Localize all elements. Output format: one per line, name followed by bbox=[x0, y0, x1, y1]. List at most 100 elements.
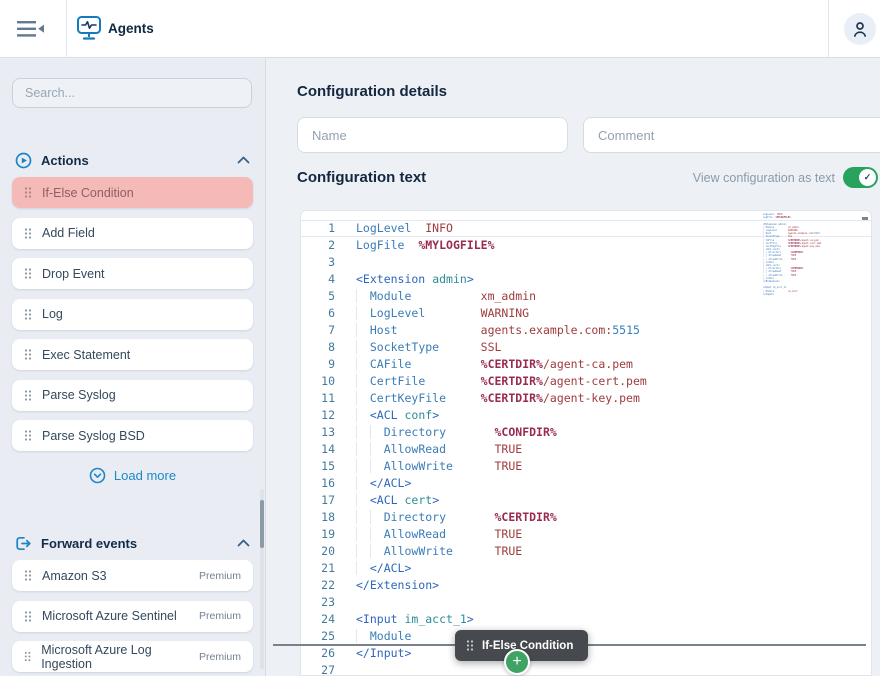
code-line-2[interactable]: 2LogFile %MYLOGFILE% bbox=[301, 237, 871, 254]
toggle-knob-check-icon: ✓ bbox=[859, 169, 876, 186]
search-input[interactable] bbox=[12, 78, 252, 108]
overview-ruler-marker bbox=[862, 217, 868, 220]
sidebar-item-microsoft-azure-log-ingestion[interactable]: Microsoft Azure Log IngestionPremium bbox=[12, 641, 253, 672]
user-avatar-button[interactable] bbox=[844, 13, 876, 45]
line-number: 2 bbox=[301, 237, 335, 254]
configuration-code-editor[interactable]: 1LogLevel INFO2LogFile %MYLOGFILE%34<Ext… bbox=[300, 210, 872, 676]
code-line-3[interactable]: 3 bbox=[301, 254, 871, 271]
code-line-20[interactable]: 20 AllowWrite TRUE bbox=[301, 543, 871, 560]
code-line-1: 1LogLevel INFO bbox=[763, 213, 825, 216]
drag-handle-icon bbox=[24, 569, 32, 582]
sidebar-scrollbar-thumb[interactable] bbox=[260, 500, 264, 548]
code-line-9[interactable]: 9 CAFile %CERTDIR%/agent-ca.pem bbox=[301, 356, 871, 373]
drop-add-indicator: + bbox=[504, 649, 530, 675]
code-line-16[interactable]: 16 </ACL> bbox=[301, 475, 871, 492]
load-more-label: Load more bbox=[114, 468, 176, 483]
code-lines: 1LogLevel INFO2LogFile %MYLOGFILE%34<Ext… bbox=[301, 220, 871, 676]
code-line-19[interactable]: 19 AllowRead TRUE bbox=[301, 526, 871, 543]
sidebar-item-label: Drop Event bbox=[42, 267, 105, 281]
plus-icon: + bbox=[512, 654, 521, 670]
agents-monitor-pulse-icon bbox=[76, 15, 102, 42]
view-as-text-label: View configuration as text bbox=[693, 171, 835, 185]
line-number: 27 bbox=[301, 662, 335, 676]
sidebar-item-exec-statement[interactable]: Exec Statement bbox=[12, 339, 253, 370]
line-number: 9 bbox=[301, 356, 335, 373]
line-number: 23 bbox=[301, 594, 335, 611]
line-number: 7 bbox=[301, 322, 335, 339]
premium-badge: Premium bbox=[199, 610, 241, 622]
forward-icon bbox=[15, 535, 32, 552]
line-number: 22 bbox=[301, 577, 335, 594]
sidebar-item-label: Parse Syslog bbox=[42, 388, 116, 402]
code-line-18[interactable]: 18 Directory %CERTDIR% bbox=[301, 509, 871, 526]
sidebar-item-microsoft-azure-sentinel[interactable]: Microsoft Azure Sentinel Premium bbox=[12, 601, 253, 632]
app-header: Agents bbox=[0, 0, 880, 58]
section-header-forward-events[interactable]: Forward events bbox=[12, 531, 253, 555]
header-divider bbox=[66, 0, 67, 58]
sidebar-item-label: Amazon S3 bbox=[42, 569, 107, 583]
view-as-text-toggle[interactable]: ✓ bbox=[843, 167, 878, 188]
chevron-up-icon[interactable] bbox=[237, 539, 250, 547]
code-line-10[interactable]: 10 CertFile %CERTDIR%/agent-cert.pem bbox=[301, 373, 871, 390]
code-line-12[interactable]: 12 <ACL conf> bbox=[301, 407, 871, 424]
line-number: 20 bbox=[301, 543, 335, 560]
sidebar-item-label: Log bbox=[42, 307, 63, 321]
drag-handle-icon bbox=[24, 650, 31, 663]
section-header-actions[interactable]: Actions bbox=[12, 148, 253, 172]
line-number: 21 bbox=[301, 560, 335, 577]
code-line-6[interactable]: 6 LogLevel WARNING bbox=[301, 305, 871, 322]
code-line-8[interactable]: 8 SocketType SSL bbox=[301, 339, 871, 356]
sidebar-item-label: Microsoft Azure Sentinel bbox=[42, 609, 177, 623]
code-line-23[interactable]: 23 bbox=[301, 594, 871, 611]
name-field[interactable] bbox=[297, 117, 568, 153]
drag-handle-icon bbox=[24, 267, 32, 280]
user-icon bbox=[851, 20, 869, 38]
main-content: Configuration details Configuration text… bbox=[267, 59, 880, 676]
sidebar-item-drop-event[interactable]: Drop Event bbox=[12, 258, 253, 289]
line-number: 25 bbox=[301, 628, 335, 645]
code-line-15[interactable]: 15 AllowWrite TRUE bbox=[301, 458, 871, 475]
page-title: Agents bbox=[108, 21, 154, 36]
code-line-1[interactable]: 1LogLevel INFO bbox=[301, 220, 871, 237]
line-number: 26 bbox=[301, 645, 335, 662]
line-number: 1 bbox=[301, 220, 335, 237]
sidebar-item-add-field[interactable]: Add Field bbox=[12, 218, 253, 249]
code-line-27[interactable]: 27 bbox=[301, 662, 871, 676]
code-line-14[interactable]: 14 AllowRead TRUE bbox=[301, 441, 871, 458]
drag-handle-icon bbox=[24, 227, 32, 240]
line-number: 24 bbox=[301, 611, 335, 628]
collapse-sidebar-icon[interactable] bbox=[17, 20, 45, 38]
drag-handle-icon bbox=[24, 389, 32, 402]
line-number: 12 bbox=[301, 407, 335, 424]
sidebar-item-if-else-condition[interactable]: If-Else Condition bbox=[12, 177, 253, 208]
code-line-7[interactable]: 7 Host agents.example.com:5515 bbox=[301, 322, 871, 339]
line-number: 17 bbox=[301, 492, 335, 509]
line-number: 19 bbox=[301, 526, 335, 543]
drag-handle-icon bbox=[24, 429, 32, 442]
chevron-up-icon[interactable] bbox=[237, 156, 250, 164]
header-divider bbox=[828, 0, 829, 58]
line-number: 4 bbox=[301, 271, 335, 288]
code-line-4[interactable]: 4<Extension admin> bbox=[301, 271, 871, 288]
line-number: 6 bbox=[301, 305, 335, 322]
drag-handle-icon bbox=[24, 610, 32, 623]
load-more-button[interactable]: Load more bbox=[12, 464, 253, 486]
code-line-17[interactable]: 17 <ACL cert> bbox=[301, 492, 871, 509]
sidebar-item-amazon-s3[interactable]: Amazon S3 Premium bbox=[12, 560, 253, 591]
sidebar-item-log[interactable]: Log bbox=[12, 299, 253, 330]
line-number: 13 bbox=[301, 424, 335, 441]
code-line-13[interactable]: 13 Directory %CONFDIR% bbox=[301, 424, 871, 441]
sidebar-item-parse-syslog-bsd[interactable]: Parse Syslog BSD bbox=[12, 420, 253, 451]
drag-handle-icon bbox=[24, 348, 32, 361]
code-line-21[interactable]: 21 </ACL> bbox=[301, 560, 871, 577]
configuration-details-title: Configuration details bbox=[297, 83, 447, 100]
sidebar-item-label: Add Field bbox=[42, 226, 95, 240]
code-line-5[interactable]: 5 Module xm_admin bbox=[301, 288, 871, 305]
code-line-11[interactable]: 11 CertKeyFile %CERTDIR%/agent-key.pem bbox=[301, 390, 871, 407]
drag-handle-icon bbox=[24, 308, 32, 321]
code-line-22[interactable]: 22</Extension> bbox=[301, 577, 871, 594]
comment-field[interactable] bbox=[583, 117, 880, 153]
premium-badge: Premium bbox=[199, 570, 241, 582]
code-line-24[interactable]: 24<Input im_acct_1> bbox=[301, 611, 871, 628]
sidebar-item-parse-syslog[interactable]: Parse Syslog bbox=[12, 380, 253, 411]
